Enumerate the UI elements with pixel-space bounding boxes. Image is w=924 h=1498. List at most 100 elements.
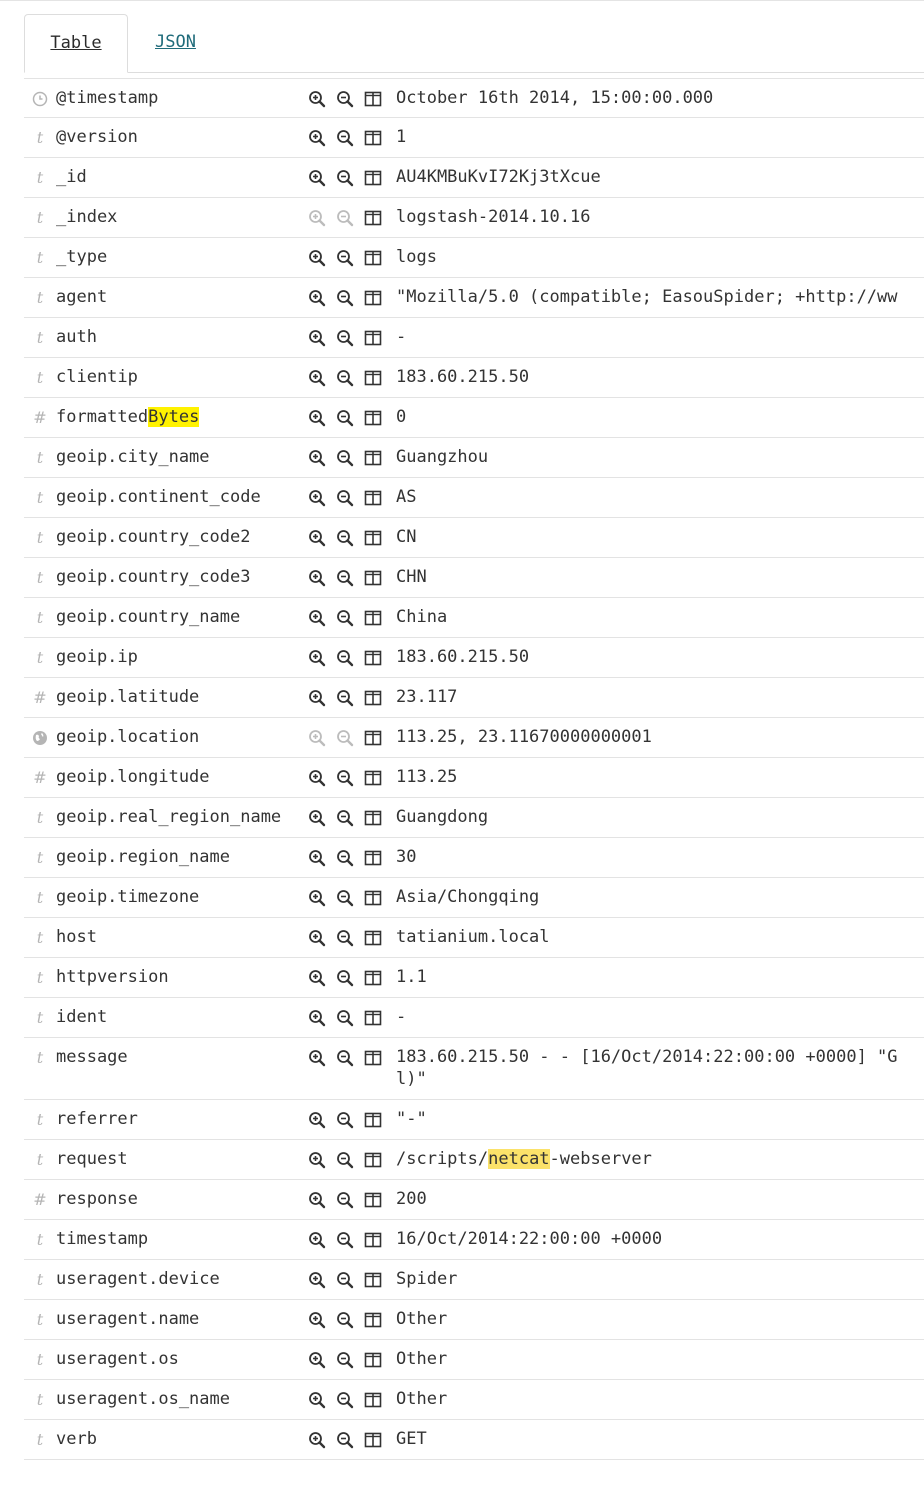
filter-for-value-icon[interactable] — [308, 689, 326, 707]
filter-out-value-icon[interactable] — [336, 329, 354, 347]
filter-out-value-icon[interactable] — [336, 1049, 354, 1067]
filter-out-value-icon[interactable] — [336, 529, 354, 547]
filter-out-value-icon[interactable] — [336, 489, 354, 507]
filter-out-value-icon[interactable] — [336, 769, 354, 787]
filter-for-value-icon[interactable] — [308, 1231, 326, 1249]
toggle-column-icon[interactable] — [364, 369, 382, 387]
toggle-column-icon[interactable] — [364, 1111, 382, 1129]
toggle-column-icon[interactable] — [364, 689, 382, 707]
filter-out-value-icon[interactable] — [336, 929, 354, 947]
filter-out-value-icon[interactable] — [336, 1231, 354, 1249]
filter-for-value-icon[interactable] — [308, 849, 326, 867]
filter-for-value-icon[interactable] — [308, 969, 326, 987]
filter-for-value-icon[interactable] — [308, 569, 326, 587]
toggle-column-icon[interactable] — [364, 489, 382, 507]
filter-out-value-icon[interactable] — [336, 169, 354, 187]
toggle-column-icon[interactable] — [364, 569, 382, 587]
filter-for-value-icon[interactable] — [308, 369, 326, 387]
filter-for-value-icon[interactable] — [308, 1431, 326, 1449]
toggle-column-icon[interactable] — [364, 249, 382, 267]
toggle-column-icon[interactable] — [364, 1431, 382, 1449]
toggle-column-icon[interactable] — [364, 1049, 382, 1067]
filter-for-value-icon[interactable] — [308, 1191, 326, 1209]
toggle-column-icon[interactable] — [364, 929, 382, 947]
toggle-column-icon[interactable] — [364, 329, 382, 347]
toggle-column-icon[interactable] — [364, 769, 382, 787]
toggle-column-icon[interactable] — [364, 169, 382, 187]
toggle-column-icon[interactable] — [364, 609, 382, 627]
filter-out-value-icon[interactable] — [336, 849, 354, 867]
filter-for-value-icon[interactable] — [308, 90, 326, 108]
filter-for-value-icon[interactable] — [308, 169, 326, 187]
filter-out-value-icon[interactable] — [336, 1351, 354, 1369]
filter-for-value-icon[interactable] — [308, 769, 326, 787]
filter-out-value-icon[interactable] — [336, 409, 354, 427]
filter-for-value-icon[interactable] — [308, 929, 326, 947]
filter-out-value-icon[interactable] — [336, 1431, 354, 1449]
filter-for-value-icon[interactable] — [308, 489, 326, 507]
filter-out-value-icon[interactable] — [336, 889, 354, 907]
filter-for-value-icon[interactable] — [308, 609, 326, 627]
toggle-column-icon[interactable] — [364, 849, 382, 867]
toggle-column-icon[interactable] — [364, 729, 382, 747]
filter-out-value-icon[interactable] — [336, 969, 354, 987]
toggle-column-icon[interactable] — [364, 1151, 382, 1169]
filter-for-value-icon[interactable] — [308, 329, 326, 347]
filter-out-value-icon[interactable] — [336, 369, 354, 387]
toggle-column-icon[interactable] — [364, 1311, 382, 1329]
filter-for-value-icon[interactable] — [308, 889, 326, 907]
filter-for-value-icon[interactable] — [308, 529, 326, 547]
filter-for-value-icon[interactable] — [308, 1009, 326, 1027]
filter-for-value-icon[interactable] — [308, 1049, 326, 1067]
filter-for-value-icon[interactable] — [308, 649, 326, 667]
tab-json[interactable]: JSON — [155, 14, 196, 72]
filter-for-value-icon[interactable] — [308, 1391, 326, 1409]
filter-for-value-icon[interactable] — [308, 249, 326, 267]
filter-for-value-icon[interactable] — [308, 1311, 326, 1329]
filter-for-value-icon[interactable] — [308, 289, 326, 307]
filter-out-value-icon[interactable] — [336, 1191, 354, 1209]
toggle-column-icon[interactable] — [364, 1391, 382, 1409]
filter-for-value-icon[interactable] — [308, 449, 326, 467]
filter-out-value-icon[interactable] — [336, 249, 354, 267]
toggle-column-icon[interactable] — [364, 889, 382, 907]
toggle-column-icon[interactable] — [364, 1351, 382, 1369]
filter-for-value-icon[interactable] — [308, 809, 326, 827]
toggle-column-icon[interactable] — [364, 969, 382, 987]
filter-for-value-icon[interactable] — [308, 409, 326, 427]
toggle-column-icon[interactable] — [364, 649, 382, 667]
toggle-column-icon[interactable] — [364, 809, 382, 827]
filter-out-value-icon[interactable] — [336, 90, 354, 108]
filter-for-value-icon[interactable] — [308, 1351, 326, 1369]
toggle-column-icon[interactable] — [364, 289, 382, 307]
toggle-column-icon[interactable] — [364, 129, 382, 147]
filter-out-value-icon[interactable] — [336, 1151, 354, 1169]
toggle-column-icon[interactable] — [364, 449, 382, 467]
toggle-column-icon[interactable] — [364, 1231, 382, 1249]
filter-for-value-icon[interactable] — [308, 1151, 326, 1169]
filter-for-value-icon[interactable] — [308, 129, 326, 147]
filter-for-value-icon[interactable] — [308, 1271, 326, 1289]
filter-out-value-icon[interactable] — [336, 809, 354, 827]
toggle-column-icon[interactable] — [364, 1009, 382, 1027]
filter-out-value-icon[interactable] — [336, 609, 354, 627]
filter-out-value-icon[interactable] — [336, 1391, 354, 1409]
filter-out-value-icon[interactable] — [336, 1009, 354, 1027]
toggle-column-icon[interactable] — [364, 209, 382, 227]
filter-out-value-icon[interactable] — [336, 129, 354, 147]
filter-out-value-icon[interactable] — [336, 1111, 354, 1129]
filter-out-value-icon[interactable] — [336, 569, 354, 587]
toggle-column-icon[interactable] — [364, 1191, 382, 1209]
toggle-column-icon[interactable] — [364, 409, 382, 427]
filter-out-value-icon[interactable] — [336, 449, 354, 467]
filter-for-value-icon[interactable] — [308, 1111, 326, 1129]
filter-out-value-icon[interactable] — [336, 649, 354, 667]
filter-out-value-icon[interactable] — [336, 289, 354, 307]
filter-out-value-icon[interactable] — [336, 689, 354, 707]
tab-table[interactable]: Table — [24, 14, 128, 73]
filter-out-value-icon[interactable] — [336, 1311, 354, 1329]
toggle-column-icon[interactable] — [364, 1271, 382, 1289]
toggle-column-icon[interactable] — [364, 529, 382, 547]
filter-out-value-icon[interactable] — [336, 1271, 354, 1289]
toggle-column-icon[interactable] — [364, 90, 382, 108]
